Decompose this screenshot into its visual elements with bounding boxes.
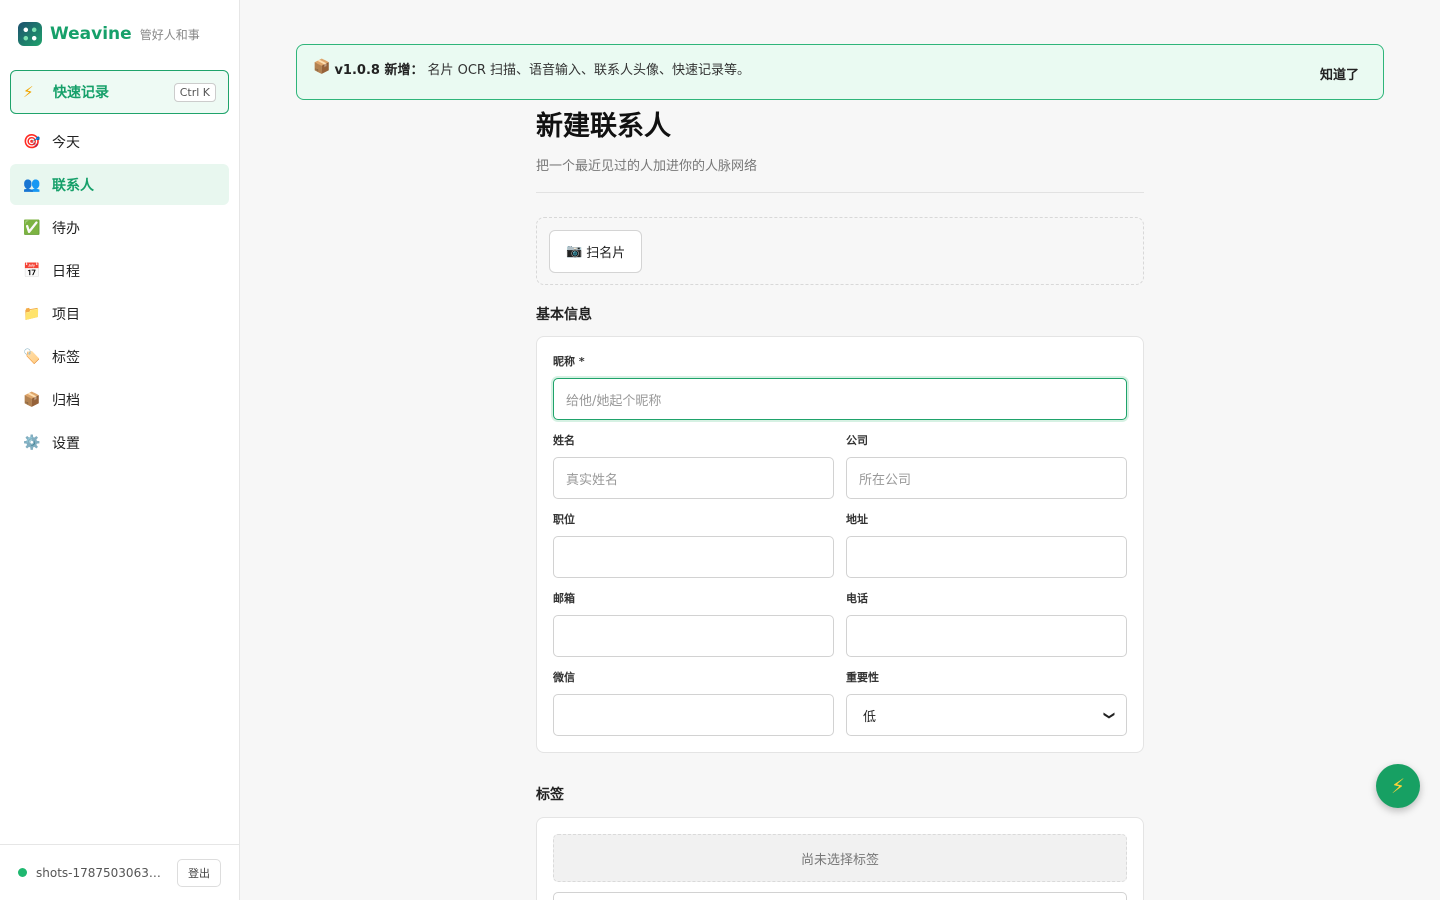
online-status-dot xyxy=(18,868,27,877)
quick-record-fab[interactable]: ⚡ xyxy=(1376,764,1420,808)
divider xyxy=(536,192,1144,193)
release-banner: 📦 v1.0.8 新增： 名片 OCR 扫描、语音输入、联系人头像、快速记录等。… xyxy=(296,44,1384,100)
banner-message: 名片 OCR 扫描、语音输入、联系人头像、快速记录等。 xyxy=(427,63,751,78)
sidebar-item-today[interactable]: 🎯 今天 xyxy=(10,121,229,162)
tags-title: 标签 xyxy=(536,787,564,803)
brand[interactable]: Weavine 管好人和事 xyxy=(18,22,200,46)
sidebar-item-label: 日程 xyxy=(52,263,80,280)
sidebar-item-label: 项目 xyxy=(52,306,80,323)
dismiss-banner-button[interactable]: 知道了 xyxy=(1320,64,1359,83)
sidebar-item-schedule[interactable]: 📅 日程 xyxy=(10,250,229,291)
brand-tagline: 管好人和事 xyxy=(139,27,200,42)
tag-input[interactable] xyxy=(553,892,1127,900)
importance-select[interactable]: 低 ❯ xyxy=(846,694,1127,736)
lightning-icon: ⚡ xyxy=(1390,774,1406,798)
folder-icon: 📁 xyxy=(23,305,41,322)
scan-card-label: 扫名片 xyxy=(586,246,626,261)
name-input[interactable]: 真实姓名 xyxy=(553,457,834,499)
tags-card: 尚未选择标签 xyxy=(536,817,1144,900)
sidebar: Weavine 管好人和事 ⚡ 快速记录 Ctrl K 🎯 今天 👥 联系人 ✅… xyxy=(0,0,240,900)
phone-input[interactable] xyxy=(846,615,1127,657)
nickname-input[interactable]: 给他/她起个昵称 xyxy=(553,378,1127,420)
wechat-input[interactable] xyxy=(553,694,834,736)
job-title-input[interactable] xyxy=(553,536,834,578)
package-icon: 📦 xyxy=(313,59,331,75)
wechat-label: 微信 xyxy=(553,671,575,684)
sidebar-item-label: 标签 xyxy=(52,349,80,366)
shortcut-badge: Ctrl K xyxy=(173,82,216,102)
sidebar-item-settings[interactable]: ⚙️ 设置 xyxy=(10,422,229,463)
sidebar-item-contacts[interactable]: 👥 联系人 xyxy=(10,164,229,205)
sidebar-item-label: 归档 xyxy=(52,392,80,409)
basic-info-title: 基本信息 xyxy=(536,307,592,323)
phone-label: 电话 xyxy=(846,592,868,605)
target-icon: 🎯 xyxy=(23,133,41,150)
name-label: 姓名 xyxy=(553,434,575,447)
scan-card-button[interactable]: 📷 扫名片 xyxy=(549,230,643,273)
email-input[interactable] xyxy=(553,615,834,657)
weavine-logo-icon xyxy=(18,22,42,46)
address-label: 地址 xyxy=(846,513,868,526)
sidebar-nav: 🎯 今天 👥 联系人 ✅ 待办 📅 日程 📁 项目 🏷️ 标签 📦 归档 ⚙️ xyxy=(10,121,229,465)
email-label: 邮箱 xyxy=(553,592,575,605)
sidebar-item-label: 待办 xyxy=(52,220,80,237)
sidebar-item-archive[interactable]: 📦 归档 xyxy=(10,379,229,420)
basic-info-card: 昵称 * 给他/她起个昵称 姓名 真实姓名 公司 所在公司 职位 地址 邮箱 电… xyxy=(536,336,1144,753)
lightning-icon: ⚡ xyxy=(23,83,34,101)
tags-empty-state: 尚未选择标签 xyxy=(553,834,1127,882)
importance-label: 重要性 xyxy=(846,671,879,684)
sidebar-item-projects[interactable]: 📁 项目 xyxy=(10,293,229,334)
page-title: 新建联系人 xyxy=(536,111,671,142)
sidebar-item-label: 联系人 xyxy=(52,177,94,194)
tag-icon: 🏷️ xyxy=(23,348,41,365)
checkmark-icon: ✅ xyxy=(23,219,41,236)
user-name: shots-1787503063794… xyxy=(36,865,168,880)
address-input[interactable] xyxy=(846,536,1127,578)
brand-name: Weavine xyxy=(50,24,132,44)
logout-button[interactable]: 登出 xyxy=(177,858,221,887)
camera-icon: 📷 xyxy=(566,244,583,259)
calendar-icon: 📅 xyxy=(23,262,41,279)
quick-record-label: 快速记录 xyxy=(53,85,109,101)
sidebar-item-label: 今天 xyxy=(52,134,80,151)
importance-value: 低 xyxy=(863,709,877,725)
archive-box-icon: 📦 xyxy=(23,391,41,408)
job-title-label: 职位 xyxy=(553,513,575,526)
people-icon: 👥 xyxy=(23,176,41,193)
company-input[interactable]: 所在公司 xyxy=(846,457,1127,499)
sidebar-item-tags[interactable]: 🏷️ 标签 xyxy=(10,336,229,377)
page-subtitle: 把一个最近见过的人加进你的人脉网络 xyxy=(536,159,758,174)
banner-version: v1.0.8 新增： xyxy=(334,63,424,78)
sidebar-item-label: 设置 xyxy=(52,435,80,452)
scan-card-area: 📷 扫名片 xyxy=(536,217,1144,285)
chevron-down-icon: ❯ xyxy=(1102,710,1116,720)
sidebar-footer: shots-1787503063794… 登出 xyxy=(0,844,240,900)
gear-icon: ⚙️ xyxy=(23,434,41,451)
quick-record-button[interactable]: ⚡ 快速记录 Ctrl K xyxy=(10,70,229,114)
contact-form: 新建联系人 把一个最近见过的人加进你的人脉网络 📷 扫名片 基本信息 昵称 * … xyxy=(536,104,1144,900)
sidebar-item-todos[interactable]: ✅ 待办 xyxy=(10,207,229,248)
company-label: 公司 xyxy=(846,434,868,447)
nickname-label: 昵称 * xyxy=(553,355,585,368)
